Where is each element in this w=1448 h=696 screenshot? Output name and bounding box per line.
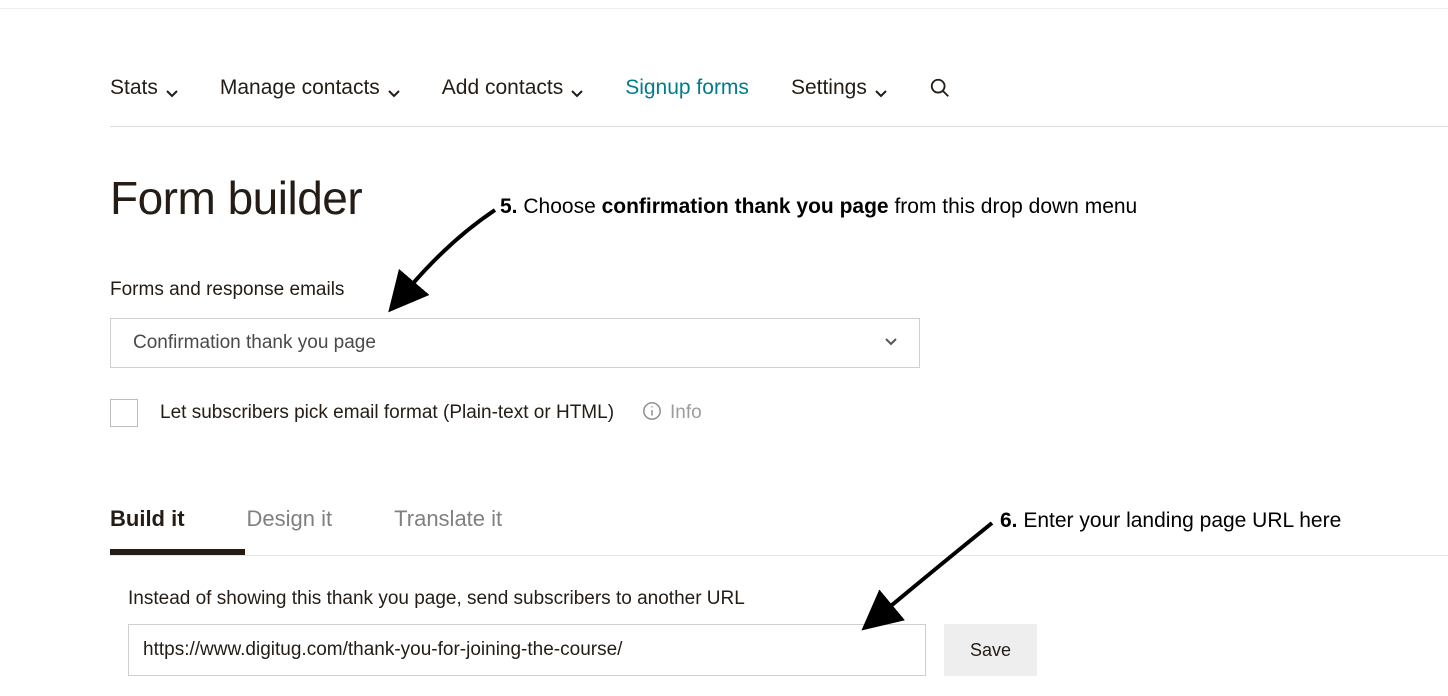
- annotation-5-bold: confirmation thank you page: [602, 195, 889, 218]
- info-icon: [642, 401, 662, 426]
- chevron-down-icon: [388, 82, 400, 94]
- forms-dropdown-value: Confirmation thank you page: [133, 332, 376, 354]
- nav-manage-contacts-label: Manage contacts: [220, 76, 380, 100]
- annotation-6-text: Enter your landing page URL here: [1023, 509, 1341, 532]
- forms-section-label: Forms and response emails: [110, 279, 344, 301]
- tab-translate-it[interactable]: Translate it: [394, 506, 502, 536]
- nav-settings-label: Settings: [791, 76, 867, 100]
- redirect-url-row: Save: [128, 624, 1037, 676]
- nav-stats-label: Stats: [110, 76, 158, 100]
- annotation-6: 6. Enter your landing page URL here: [1000, 509, 1341, 533]
- arrow-icon: [870, 515, 1010, 630]
- tab-build-it[interactable]: Build it: [110, 506, 185, 536]
- tab-design-it[interactable]: Design it: [247, 506, 333, 536]
- nav-add-contacts-label: Add contacts: [442, 76, 563, 100]
- email-format-label: Let subscribers pick email format (Plain…: [160, 402, 614, 424]
- nav-add-contacts[interactable]: Add contacts: [442, 76, 583, 100]
- redirect-url-label: Instead of showing this thank you page, …: [128, 588, 745, 610]
- chevron-down-icon: [885, 332, 897, 354]
- annotation-5-before: Choose: [523, 195, 601, 218]
- search-icon[interactable]: [929, 77, 951, 99]
- arrow-icon: [395, 200, 505, 315]
- nav-signup-forms[interactable]: Signup forms: [625, 76, 749, 100]
- nav-settings[interactable]: Settings: [791, 76, 887, 100]
- top-nav: Stats Manage contacts Add contacts Signu…: [110, 76, 1448, 118]
- annotation-5: 5. Choose confirmation thank you page fr…: [500, 195, 1137, 219]
- info-link[interactable]: Info: [642, 401, 702, 426]
- chevron-down-icon: [571, 82, 583, 94]
- email-format-checkbox[interactable]: [110, 399, 138, 427]
- info-label: Info: [670, 402, 702, 424]
- annotation-5-after: from this drop down menu: [889, 195, 1138, 218]
- nav-manage-contacts[interactable]: Manage contacts: [220, 76, 400, 100]
- save-button[interactable]: Save: [944, 624, 1037, 676]
- page-title: Form builder: [110, 171, 362, 225]
- nav-stats[interactable]: Stats: [110, 76, 178, 100]
- nav-signup-forms-label: Signup forms: [625, 76, 749, 100]
- redirect-url-input[interactable]: [128, 624, 926, 676]
- chevron-down-icon: [166, 82, 178, 94]
- chevron-down-icon: [875, 82, 887, 94]
- email-format-row: Let subscribers pick email format (Plain…: [110, 399, 702, 427]
- forms-dropdown[interactable]: Confirmation thank you page: [110, 318, 920, 368]
